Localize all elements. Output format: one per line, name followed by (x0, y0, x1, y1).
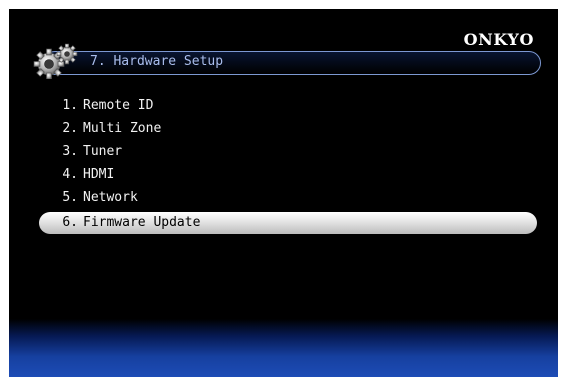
menu-item-number: 1. (62, 98, 78, 113)
menu-item-label: Tuner (83, 144, 123, 159)
menu-item-label: Firmware Update (83, 215, 201, 230)
gear-icon (33, 43, 78, 79)
page-title: 7. Hardware Setup (90, 54, 224, 69)
menu-item-label: Multi Zone (83, 121, 162, 136)
menu-item-number: 3. (62, 144, 78, 159)
menu-item-network[interactable]: 5. Network (39, 187, 537, 209)
menu-item-hdmi[interactable]: 4. HDMI (39, 164, 537, 186)
menu-item-tuner[interactable]: 3. Tuner (39, 141, 537, 163)
osd-screen: ONKYO 7. Hardware Setup 1. Remote ID 2. … (9, 9, 558, 377)
menu-item-label: Remote ID (83, 98, 154, 113)
brand-logo: ONKYO (463, 30, 534, 49)
bottom-band (9, 319, 558, 377)
menu-item-firmware-update[interactable]: 6. Firmware Update (39, 212, 537, 234)
menu-item-number: 2. (62, 121, 78, 136)
menu-item-number: 5. (62, 190, 78, 205)
menu-item-number: 4. (62, 167, 78, 182)
menu-item-remote-id[interactable]: 1. Remote ID (39, 95, 537, 117)
menu-item-label: HDMI (83, 167, 115, 182)
title-bar: 7. Hardware Setup (43, 51, 541, 75)
menu-item-label: Network (83, 190, 138, 205)
menu-item-number: 6. (62, 215, 78, 230)
menu-item-multi-zone[interactable]: 2. Multi Zone (39, 118, 537, 140)
